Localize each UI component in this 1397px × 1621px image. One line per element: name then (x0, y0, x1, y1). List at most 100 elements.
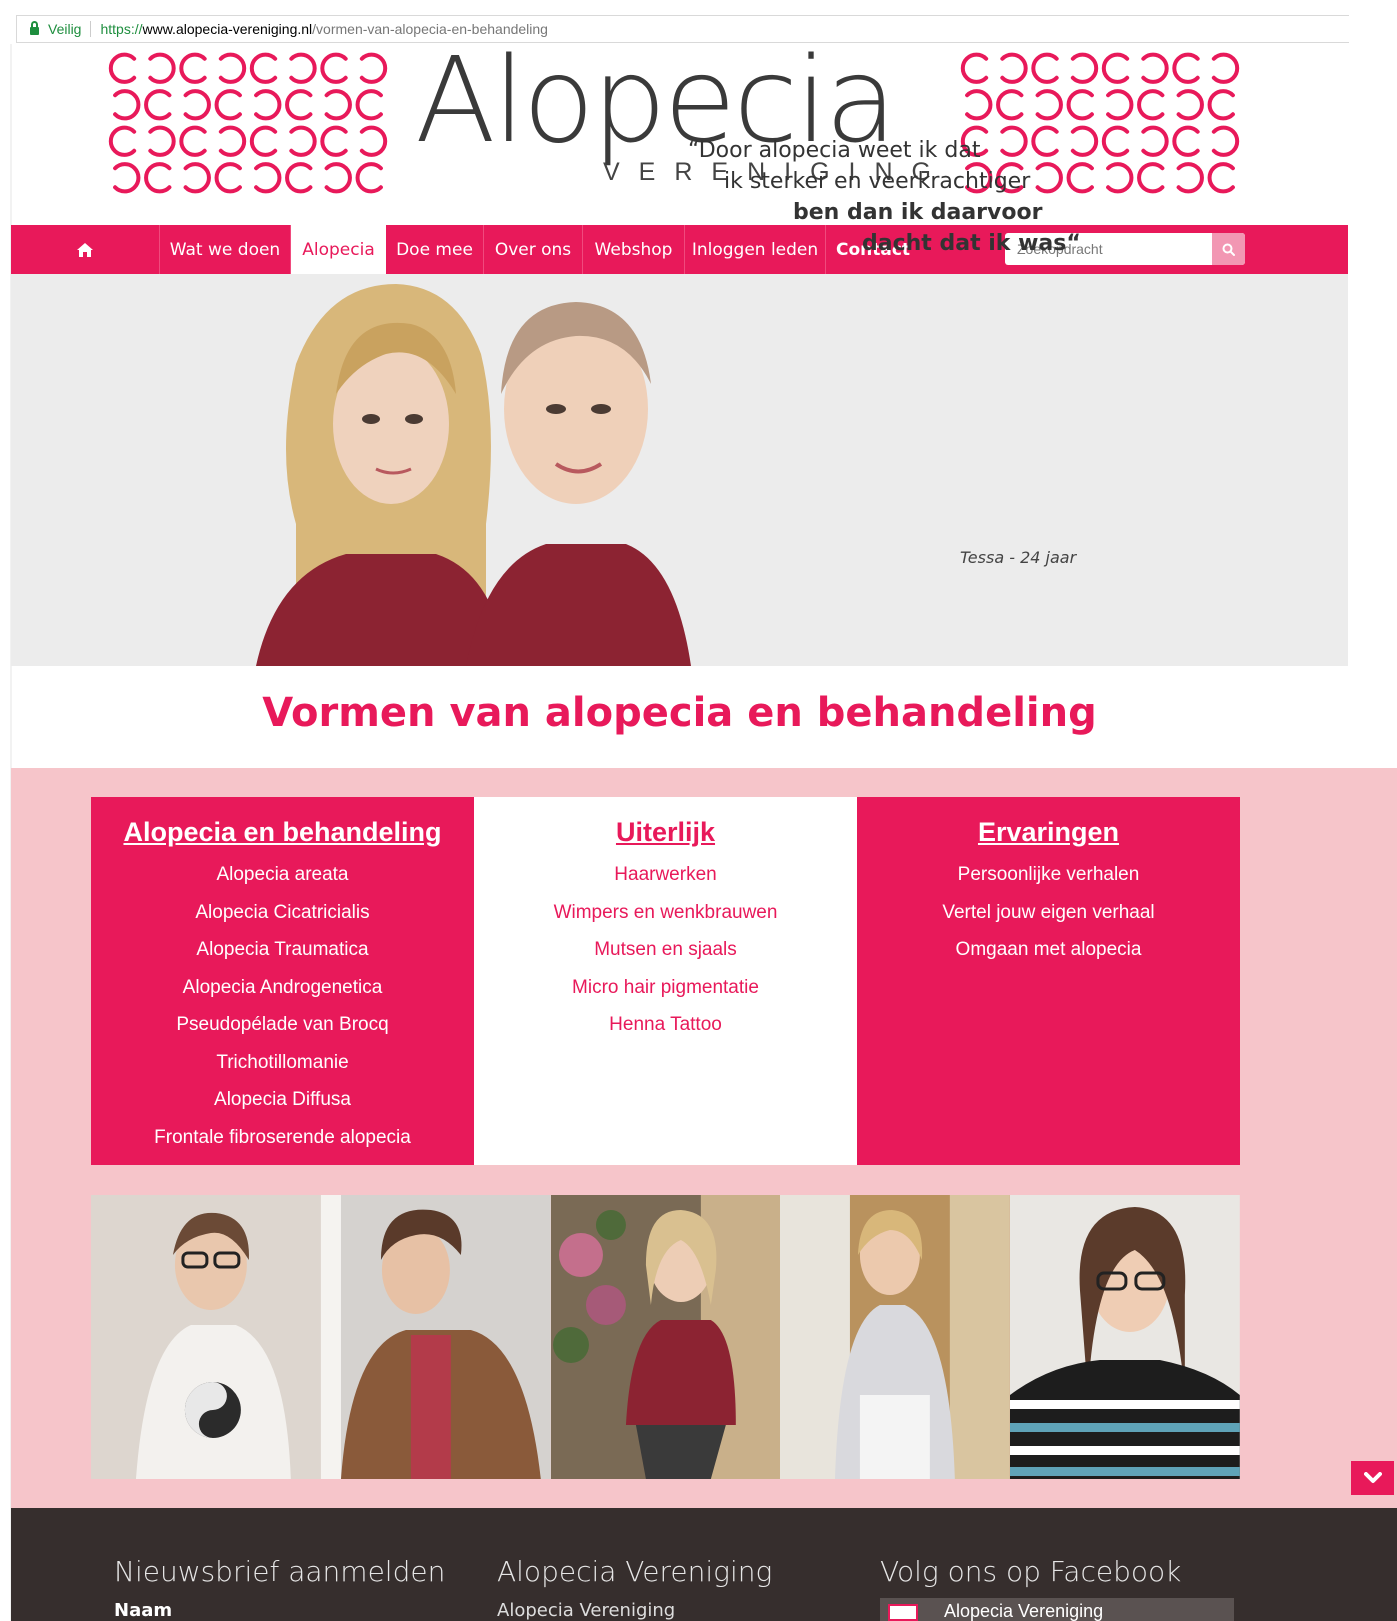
hero-photo (256, 284, 691, 666)
column-link[interactable]: Omgaan met alopecia (857, 931, 1240, 969)
pattern-arc (1106, 89, 1134, 121)
pattern-arc (254, 89, 282, 121)
pattern-arc (1101, 52, 1130, 84)
nav-item-doe-mee[interactable]: Doe mee (386, 225, 484, 274)
newsletter-name-label: Naam (114, 1600, 173, 1621)
nav-item-over-ons[interactable]: Over ons (484, 225, 583, 274)
column-heading[interactable]: Alopecia en behandeling (91, 817, 474, 848)
column-link[interactable]: Wimpers en wenkbrauwen (474, 894, 857, 932)
column-link[interactable]: Alopecia Diffusa (91, 1081, 474, 1119)
pattern-arc (1211, 52, 1240, 84)
column-link[interactable]: Trichotillomanie (91, 1044, 474, 1082)
pattern-arc (179, 52, 207, 84)
footer-organisation: Alopecia Vereniging Alopecia Vereniging (497, 1555, 772, 1621)
pattern-arc (289, 52, 317, 84)
column-link[interactable]: Vertel jouw eigen verhaal (857, 894, 1240, 932)
pattern-arc (1211, 125, 1240, 157)
column-link[interactable]: Henna Tattoo (474, 1006, 857, 1044)
pattern-arc (1172, 125, 1200, 157)
pattern-arc (183, 162, 211, 194)
scroll-down-button[interactable] (1351, 1461, 1394, 1495)
pattern-arc (148, 125, 176, 157)
pattern-arc (254, 162, 282, 194)
photo-gallery (91, 1195, 1240, 1479)
column-heading[interactable]: Ervaringen (857, 817, 1240, 848)
column-link[interactable]: Pseudopélade van Brocq (91, 1006, 474, 1044)
facebook-page-widget[interactable]: Alopecia Vereniging (880, 1598, 1234, 1621)
column-ervaringen: Ervaringen Persoonlijke verhalen Vertel … (857, 797, 1240, 1165)
pattern-arc (289, 125, 317, 157)
chevron-down-icon (1363, 1472, 1382, 1483)
quote-line: ik sterker en veerkrachtiger (724, 169, 1031, 194)
gallery-photo[interactable] (320, 1195, 551, 1479)
quote-line: ben dan ik daarvoor (793, 200, 1043, 225)
pattern-arc (1066, 89, 1094, 121)
column-link[interactable]: Mutsen en sjaals (474, 931, 857, 969)
pattern-arc (108, 125, 137, 157)
pattern-arc (249, 125, 278, 157)
pattern-arc (1070, 52, 1099, 84)
quote-line: “Door alopecia weet ik dat (688, 138, 981, 163)
facebook-page-name: Alopecia Vereniging (944, 1601, 1104, 1621)
home-icon (77, 242, 93, 257)
pattern-arc (1000, 52, 1028, 84)
pattern-arc (359, 52, 388, 84)
column-link[interactable]: Alopecia areata (91, 856, 474, 894)
pattern-arc (1207, 89, 1235, 121)
pattern-arc (1035, 89, 1063, 121)
pattern-arc (144, 89, 172, 121)
pattern-arc (144, 162, 172, 194)
pattern-arc (285, 89, 313, 121)
main-navigation: Wat we doen Alopecia Doe mee Over ons We… (11, 225, 1348, 274)
logo-pattern-left (108, 52, 388, 194)
gallery-photo[interactable] (780, 1195, 1011, 1479)
nav-item-alopecia[interactable]: Alopecia (291, 225, 386, 274)
nav-home[interactable] (11, 225, 160, 274)
nav-item-wat-we-doen[interactable]: Wat we doen (160, 225, 291, 274)
pattern-arc (1176, 89, 1204, 121)
footer-heading: Alopecia Vereniging (497, 1555, 773, 1588)
pattern-arc (113, 89, 141, 121)
secure-label: Veilig (48, 21, 82, 37)
nav-item-webshop[interactable]: Webshop (583, 225, 685, 274)
pattern-arc (320, 52, 348, 84)
gallery-photo[interactable] (550, 1195, 781, 1479)
column-uiterlijk: Uiterlijk Haarwerken Wimpers en wenkbrau… (474, 797, 857, 1165)
gallery-photo[interactable] (91, 1195, 321, 1479)
pattern-arc (183, 89, 211, 121)
column-heading[interactable]: Uiterlijk (474, 817, 857, 848)
pattern-arc (179, 125, 207, 157)
pattern-arc (218, 52, 247, 84)
column-link[interactable]: Persoonlijke verhalen (857, 856, 1240, 894)
footer-heading: Volg ons op Facebook (880, 1555, 1182, 1588)
pattern-arc (320, 125, 348, 157)
url-host: www.alopecia-vereniging.nl (142, 21, 313, 37)
gallery-photo[interactable] (1010, 1195, 1240, 1479)
column-link[interactable]: Haarwerken (474, 856, 857, 894)
pattern-arc (1176, 162, 1204, 194)
pattern-arc (355, 162, 383, 194)
search-button[interactable] (1212, 233, 1245, 265)
column-link[interactable]: Alopecia Androgenetica (91, 969, 474, 1007)
column-link[interactable]: Frontale fibroserende alopecia (91, 1119, 474, 1157)
hero-banner (11, 274, 1348, 666)
footer-newsletter: Nieuwsbrief aanmelden Naam (114, 1555, 445, 1621)
pattern-arc (214, 162, 242, 194)
column-link[interactable]: Alopecia Traumatica (91, 931, 474, 969)
pattern-arc (324, 89, 352, 121)
pattern-arc (996, 89, 1024, 121)
pattern-arc (359, 125, 388, 157)
column-link[interactable]: Alopecia Cicatricialis (91, 894, 474, 932)
lock-icon (30, 21, 39, 35)
search-icon (1222, 243, 1235, 256)
pattern-arc (148, 52, 176, 84)
pattern-arc (249, 52, 278, 84)
column-link[interactable]: Micro hair pigmentatie (474, 969, 857, 1007)
hero-quote: “Door alopecia weet ik dat ik sterker en… (688, 135, 1081, 259)
pattern-arc (355, 89, 383, 121)
pattern-arc (285, 162, 313, 194)
pattern-arc (1141, 52, 1169, 84)
quote-line: dacht dat ik was“ (862, 231, 1081, 256)
pattern-arc (965, 89, 993, 121)
pattern-arc (218, 125, 247, 157)
